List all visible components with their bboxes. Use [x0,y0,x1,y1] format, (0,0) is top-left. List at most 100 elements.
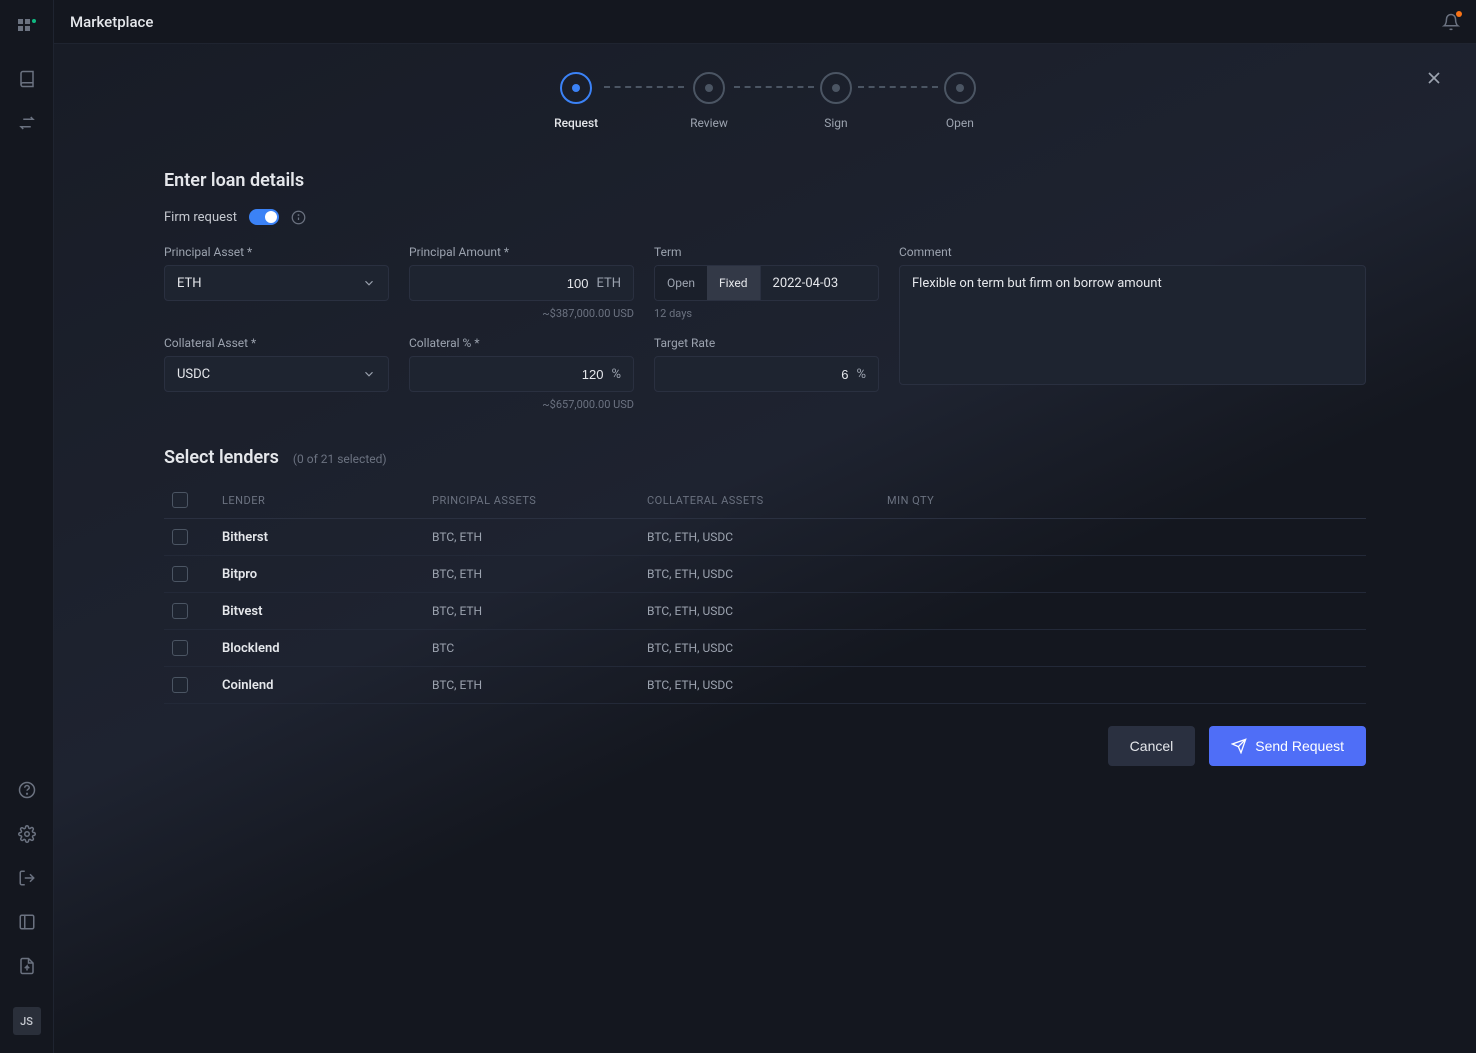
step-sign[interactable]: Sign [820,72,852,130]
principal-amount-input-wrap: ETH [409,265,634,301]
target-rate-unit: % [856,367,866,382]
step-label: Open [946,116,974,130]
firm-request-toggle[interactable] [249,209,279,225]
principal-assets: BTC, ETH [432,678,647,692]
principal-amount-label: Principal Amount * [409,245,634,259]
select-lenders-count: (0 of 21 selected) [293,452,387,466]
target-rate-input-wrap: % [654,356,879,392]
table-row[interactable]: BitproBTC, ETHBTC, ETH, USDC [164,556,1366,593]
step-circle-icon [560,72,592,104]
select-all-checkbox[interactable] [172,492,188,508]
step-circle-icon [693,72,725,104]
row-checkbox[interactable] [172,566,188,582]
step-connector [604,86,684,88]
content-panel: Request Review Sign Open Enter loan details… [54,44,1476,1053]
send-icon [1231,738,1247,754]
nav-export-icon[interactable] [16,955,38,977]
notifications-icon[interactable] [1442,13,1460,31]
principal-asset-label: Principal Asset * [164,245,389,259]
col-minqty: MIN QTY [887,494,1358,507]
lender-name: Bitherst [222,530,432,545]
step-connector [734,86,814,88]
comment-input[interactable]: Flexible on term but firm on borrow amou… [899,265,1366,385]
comment-label: Comment [899,245,1366,259]
step-circle-icon [944,72,976,104]
loan-details-heading: Enter loan details [164,170,1366,191]
app-logo [17,18,37,38]
info-icon[interactable] [291,210,306,225]
collateral-assets: BTC, ETH, USDC [647,530,887,544]
nav-help-icon[interactable] [16,779,38,801]
collateral-pct-input-wrap: % [409,356,634,392]
chevron-down-icon [362,367,376,381]
collateral-pct-label: Collateral % * [409,336,634,350]
step-connector [858,86,938,88]
step-open[interactable]: Open [944,72,976,130]
cancel-button[interactable]: Cancel [1108,726,1196,766]
notification-dot [1456,11,1462,17]
principal-amount-unit: ETH [596,276,621,291]
term-fixed-button[interactable]: Fixed [707,266,760,300]
principal-assets: BTC, ETH [432,567,647,581]
target-rate-label: Target Rate [654,336,879,350]
collateral-asset-value: USDC [177,367,210,382]
lenders-table: LENDER PRINCIPAL ASSETS COLLATERAL ASSET… [164,482,1366,704]
row-checkbox[interactable] [172,603,188,619]
principal-assets: BTC, ETH [432,604,647,618]
target-rate-input[interactable] [667,367,848,382]
term-open-button[interactable]: Open [655,266,707,300]
step-circle-icon [820,72,852,104]
user-avatar[interactable]: JS [13,1007,41,1035]
lender-name: Coinlend [222,678,432,693]
col-lender: LENDER [222,494,432,507]
term-label: Term [654,245,879,259]
step-label: Request [554,116,598,130]
chevron-down-icon [362,276,376,290]
collateral-assets: BTC, ETH, USDC [647,567,887,581]
collateral-assets: BTC, ETH, USDC [647,641,887,655]
principal-asset-value: ETH [177,276,202,291]
principal-assets: BTC, ETH [432,530,647,544]
close-icon[interactable] [1424,68,1444,88]
firm-request-label: Firm request [164,210,237,225]
lender-name: Bitpro [222,567,432,582]
select-lenders-heading: Select lenders [164,447,279,468]
collateral-asset-label: Collateral Asset * [164,336,389,350]
send-request-button[interactable]: Send Request [1209,726,1366,766]
collateral-assets: BTC, ETH, USDC [647,604,887,618]
table-row[interactable]: BitvestBTC, ETHBTC, ETH, USDC [164,593,1366,630]
step-request[interactable]: Request [554,72,598,130]
nav-panel-icon[interactable] [16,911,38,933]
principal-assets: BTC [432,641,647,655]
term-mode-segment: Open Fixed [654,265,761,301]
row-checkbox[interactable] [172,529,188,545]
topbar: Marketplace [54,0,1476,44]
lender-name: Blocklend [222,641,432,656]
sidebar: JS [0,0,54,1053]
row-checkbox[interactable] [172,640,188,656]
step-label: Review [690,116,728,130]
principal-asset-select[interactable]: ETH [164,265,389,301]
col-collateral: COLLATERAL ASSETS [647,494,887,507]
table-row[interactable]: BlocklendBTCBTC, ETH, USDC [164,630,1366,667]
step-review[interactable]: Review [690,72,728,130]
send-request-label: Send Request [1255,738,1344,754]
table-row[interactable]: CoinlendBTC, ETHBTC, ETH, USDC [164,667,1366,704]
term-date-input[interactable]: 2022-04-03 [761,265,879,301]
step-label: Sign [824,116,847,130]
collateral-asset-select[interactable]: USDC [164,356,389,392]
principal-amount-input[interactable] [422,276,588,291]
nav-logout-icon[interactable] [16,867,38,889]
collateral-pct-unit: % [611,367,621,382]
stepper: Request Review Sign Open [0,72,1476,130]
page-title: Marketplace [70,13,153,31]
collateral-pct-input[interactable] [422,367,603,382]
col-principal: PRINCIPAL ASSETS [432,494,647,507]
nav-settings-icon[interactable] [16,823,38,845]
principal-amount-hint: ~$387,000.00 USD [409,307,634,320]
collateral-assets: BTC, ETH, USDC [647,678,887,692]
table-row[interactable]: BitherstBTC, ETHBTC, ETH, USDC [164,519,1366,556]
row-checkbox[interactable] [172,677,188,693]
term-hint: 12 days [654,307,879,320]
lender-name: Bitvest [222,604,432,619]
